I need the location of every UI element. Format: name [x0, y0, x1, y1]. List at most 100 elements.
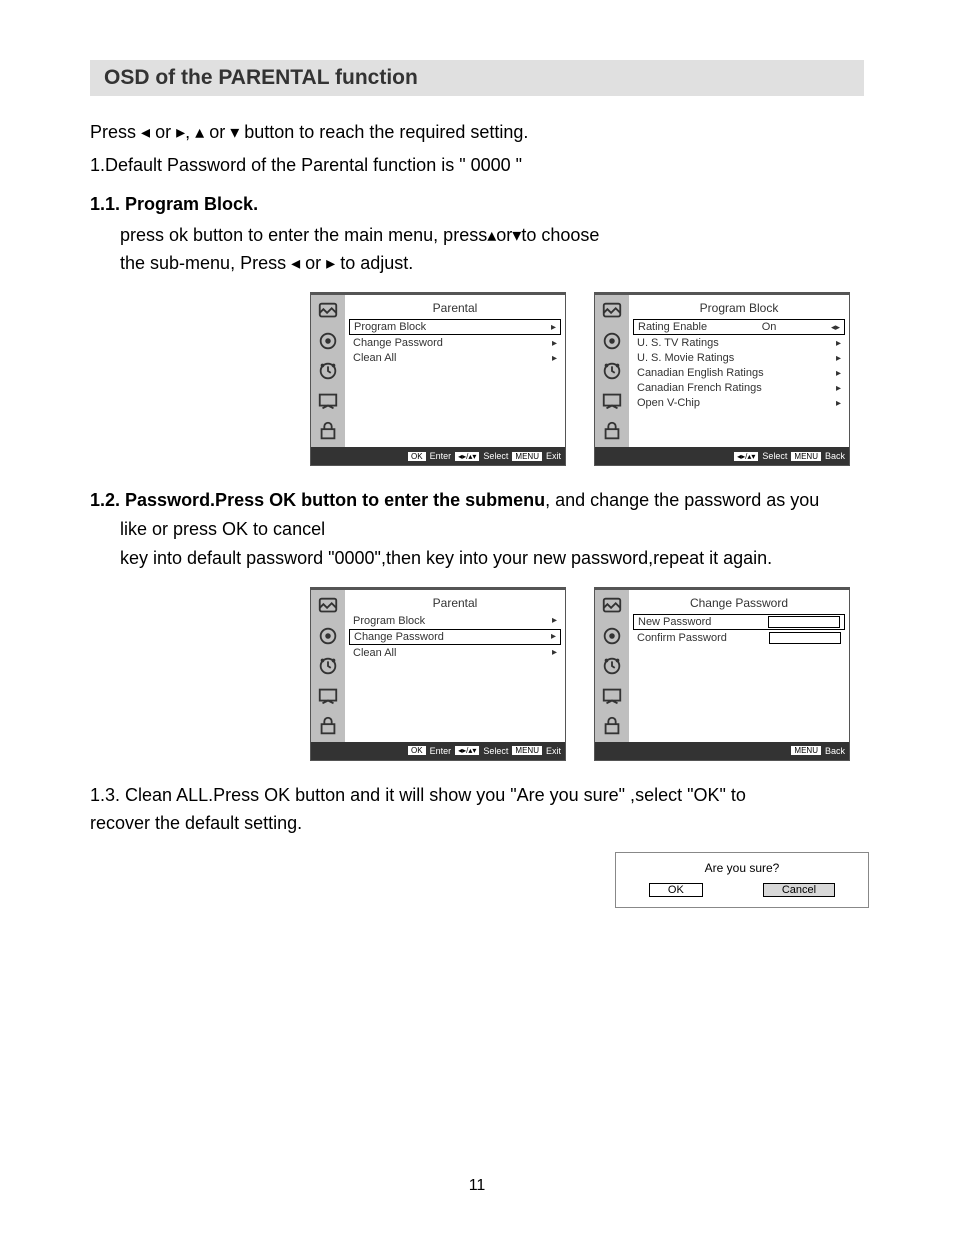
- dialog-question: Are you sure?: [616, 861, 868, 875]
- up-arrow-icon: ▴: [195, 122, 204, 142]
- left-arrow-icon: ◂: [291, 253, 300, 273]
- page-number: 11: [0, 1177, 954, 1195]
- select-label: Select: [483, 746, 508, 756]
- menu-item-clean-all[interactable]: Clean All ▸: [349, 646, 561, 660]
- audio-icon: [600, 624, 624, 648]
- osd-parental-2: Parental Program Block▸ Change Password▸…: [310, 587, 566, 761]
- arrows-key: ◂▸/▴▾: [455, 746, 479, 755]
- text: the sub-menu, Press: [120, 253, 291, 273]
- osd-footer: OKEnter ◂▸/▴▾Select MENUExit: [311, 742, 565, 760]
- setup-icon: [600, 684, 624, 708]
- lock-icon: [600, 714, 624, 738]
- text: press ok button to enter the main menu, …: [120, 225, 487, 245]
- text: ,: [185, 122, 195, 142]
- text: to adjust.: [335, 253, 413, 273]
- right-arrow-icon: ▸: [326, 253, 335, 273]
- chevron-right-icon: ▸: [552, 647, 557, 658]
- ok-key: OK: [408, 746, 426, 755]
- text: or: [300, 253, 326, 273]
- chevron-right-icon: ▸: [836, 353, 841, 364]
- arrows-key: ◂▸/▴▾: [734, 452, 758, 461]
- enter-label: Enter: [430, 746, 452, 756]
- confirm-password-field[interactable]: [769, 632, 841, 644]
- label: Program Block: [354, 321, 426, 333]
- ok-key: OK: [408, 452, 426, 461]
- menu-item-change-password[interactable]: Change Password▸: [349, 336, 561, 350]
- menu-item-program-block[interactable]: Program Block▸: [349, 319, 561, 335]
- menu-key: MENU: [512, 746, 542, 755]
- ok-button[interactable]: OK: [649, 883, 703, 897]
- manual-page: OSD of the PARENTAL function Press ◂ or …: [0, 0, 954, 1235]
- text: button to reach the required setting.: [239, 122, 528, 142]
- menu-item-change-password[interactable]: Change Password▸: [349, 629, 561, 645]
- menu-item-program-block[interactable]: Program Block▸: [349, 614, 561, 628]
- menu-list: Parental Program Block▸ Change Password▸…: [345, 295, 565, 447]
- label: Clean All: [353, 647, 396, 659]
- setup-icon: [316, 389, 340, 413]
- section-1-3-line2: recover the default setting.: [90, 809, 864, 838]
- tab-icons: [311, 590, 345, 742]
- setup-icon: [316, 684, 340, 708]
- picture-icon: [600, 594, 624, 618]
- section-1-2-line3: key into default password "0000",then ke…: [120, 544, 864, 573]
- time-icon: [316, 654, 340, 678]
- setup-icon: [600, 389, 624, 413]
- section-1-3-line1: 1.3. Clean ALL.Press OK button and it wi…: [90, 781, 864, 810]
- text: Press: [90, 122, 141, 142]
- left-arrow-icon: ◂: [141, 122, 150, 142]
- osd-footer: MENUBack: [595, 742, 849, 760]
- new-password-field[interactable]: [768, 616, 840, 628]
- label: Change Password: [354, 631, 444, 643]
- text: or: [150, 122, 176, 142]
- value: On: [762, 321, 777, 333]
- label: Canadian English Ratings: [637, 367, 764, 379]
- text: or: [204, 122, 230, 142]
- cancel-button[interactable]: Cancel: [763, 883, 835, 897]
- section-1-2-line2: like or press OK to cancel: [120, 515, 864, 544]
- menu-item-us-movie[interactable]: U. S. Movie Ratings▸: [633, 351, 845, 365]
- section-1-1-p2: the sub-menu, Press ◂ or ▸ to adjust.: [120, 249, 864, 278]
- lock-icon: [316, 419, 340, 443]
- section-1-1-p1: press ok button to enter the main menu, …: [120, 221, 864, 250]
- label: Canadian French Ratings: [637, 382, 762, 394]
- exit-label: Exit: [546, 451, 561, 461]
- label: Confirm Password: [637, 632, 727, 644]
- enter-label: Enter: [430, 451, 452, 461]
- arrows-key: ◂▸/▴▾: [455, 452, 479, 461]
- osd-row-2: Parental Program Block▸ Change Password▸…: [310, 587, 864, 761]
- back-label: Back: [825, 451, 845, 461]
- menu-item-vchip[interactable]: Open V-Chip ▸: [633, 396, 845, 410]
- menu-item-can-english[interactable]: Canadian English Ratings ▸: [633, 366, 845, 380]
- select-label: Select: [762, 451, 787, 461]
- osd-change-password: Change Password New Password Confirm Pas…: [594, 587, 850, 761]
- menu-item-can-french[interactable]: Canadian French Ratings▸: [633, 381, 845, 395]
- menu-list: Program Block Rating Enable On ◂▸ U. S. TV…: [629, 295, 849, 447]
- label: Program Block: [353, 615, 425, 627]
- confirm-dialog: Are you sure? OK Cancel: [615, 852, 869, 908]
- confirm-password-row[interactable]: Confirm Password: [633, 631, 845, 645]
- menu-title: Program Block: [633, 301, 845, 315]
- chevron-right-icon: ▸: [836, 398, 841, 409]
- menu-title: Change Password: [633, 596, 845, 610]
- menu-list: Change Password New Password Confirm Pas…: [629, 590, 849, 742]
- label: Open V-Chip: [637, 397, 700, 409]
- right-arrow-icon: ▸: [176, 122, 185, 142]
- audio-icon: [600, 329, 624, 353]
- new-password-row[interactable]: New Password: [633, 614, 845, 630]
- osd-program-block: Program Block Rating Enable On ◂▸ U. S. TV…: [594, 292, 850, 466]
- audio-icon: [316, 329, 340, 353]
- label: U. S. TV Ratings: [637, 337, 719, 349]
- chevron-right-icon: ▸: [552, 353, 557, 364]
- osd-footer: ◂▸/▴▾Select MENUBack: [595, 447, 849, 465]
- menu-item-rating-enable[interactable]: Rating Enable On ◂▸: [633, 319, 845, 335]
- menu-item-us-tv[interactable]: U. S. TV Ratings▸: [633, 336, 845, 350]
- up-arrow-icon: ▴: [487, 225, 496, 245]
- menu-list: Parental Program Block▸ Change Password▸…: [345, 590, 565, 742]
- label: Rating Enable: [638, 321, 707, 333]
- label: Change Password: [353, 337, 443, 349]
- menu-item-clean-all[interactable]: Clean All▸: [349, 351, 561, 365]
- chevron-right-icon: ▸: [836, 368, 841, 379]
- picture-icon: [600, 299, 624, 323]
- left-right-icon: ◂▸: [831, 322, 840, 333]
- osd-row-1: Parental Program Block▸ Change Password▸…: [310, 292, 864, 466]
